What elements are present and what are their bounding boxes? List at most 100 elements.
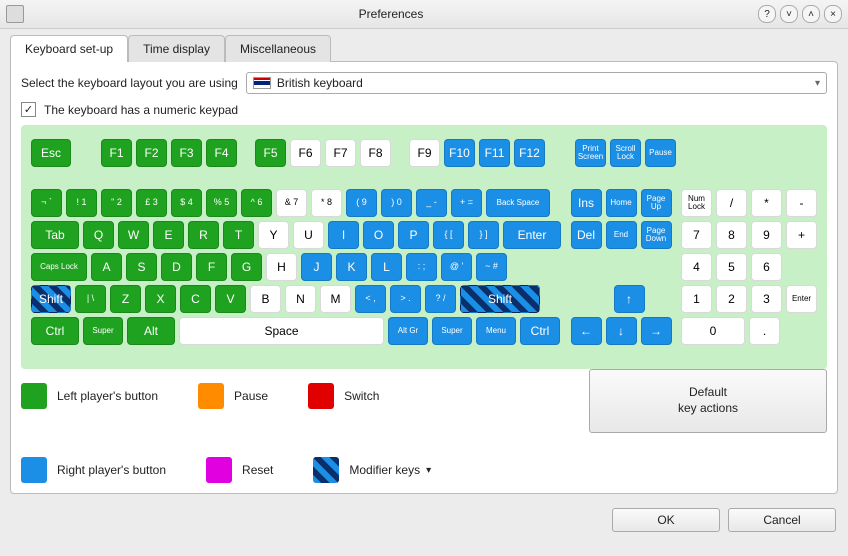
help-button[interactable]: ? bbox=[758, 5, 776, 23]
key-numlock[interactable]: Num Lock bbox=[681, 189, 712, 217]
key-n[interactable]: N bbox=[285, 285, 316, 313]
key-f10[interactable]: F10 bbox=[444, 139, 475, 167]
numpad-checkbox[interactable]: ✓ bbox=[21, 102, 36, 117]
key-num-4[interactable]: 4 bbox=[681, 253, 712, 281]
key-minus[interactable]: _ - bbox=[416, 189, 447, 217]
key-u[interactable]: U bbox=[293, 221, 324, 249]
key-arrow-up[interactable]: ↑ bbox=[614, 285, 645, 313]
key-altgr[interactable]: Alt Gr bbox=[388, 317, 428, 345]
tab-time-display[interactable]: Time display bbox=[128, 35, 225, 62]
key-f5[interactable]: F5 bbox=[255, 139, 286, 167]
key-lsuper[interactable]: Super bbox=[83, 317, 123, 345]
key-f9[interactable]: F9 bbox=[409, 139, 440, 167]
key-apostrophe[interactable]: @ ' bbox=[441, 253, 472, 281]
key-num-6[interactable]: 6 bbox=[751, 253, 782, 281]
key-arrow-right[interactable]: → bbox=[641, 317, 672, 345]
key-num-5[interactable]: 5 bbox=[716, 253, 747, 281]
key-0[interactable]: ) 0 bbox=[381, 189, 412, 217]
key-num-2[interactable]: 2 bbox=[716, 285, 747, 313]
key-g[interactable]: G bbox=[231, 253, 262, 281]
key-1[interactable]: ! 1 bbox=[66, 189, 97, 217]
key-f2[interactable]: F2 bbox=[136, 139, 167, 167]
key-i[interactable]: I bbox=[328, 221, 359, 249]
key-semicolon[interactable]: : ; bbox=[406, 253, 437, 281]
key-e[interactable]: E bbox=[153, 221, 184, 249]
key-rctrl[interactable]: Ctrl bbox=[520, 317, 560, 345]
key-z[interactable]: Z bbox=[110, 285, 141, 313]
key-t[interactable]: T bbox=[223, 221, 254, 249]
key-pageup[interactable]: Page Up bbox=[641, 189, 672, 217]
key-f7[interactable]: F7 bbox=[325, 139, 356, 167]
key-delete[interactable]: Del bbox=[571, 221, 602, 249]
key-space[interactable]: Space bbox=[179, 317, 384, 345]
key-period[interactable]: > . bbox=[390, 285, 421, 313]
key-pagedown[interactable]: Page Down bbox=[641, 221, 672, 249]
key-4[interactable]: $ 4 bbox=[171, 189, 202, 217]
key-num-8[interactable]: 8 bbox=[716, 221, 747, 249]
key-lbracket[interactable]: { [ bbox=[433, 221, 464, 249]
key-x[interactable]: X bbox=[145, 285, 176, 313]
default-key-actions-button[interactable]: Default key actions bbox=[589, 369, 827, 433]
key-d[interactable]: D bbox=[161, 253, 192, 281]
key-5[interactable]: % 5 bbox=[206, 189, 237, 217]
key-f8[interactable]: F8 bbox=[360, 139, 391, 167]
key-rbracket[interactable]: } ] bbox=[468, 221, 499, 249]
layout-select[interactable]: British keyboard ▾ bbox=[246, 72, 827, 94]
close-button[interactable]: × bbox=[824, 5, 842, 23]
key-p[interactable]: P bbox=[398, 221, 429, 249]
ok-button[interactable]: OK bbox=[612, 508, 720, 532]
key-rsuper[interactable]: Super bbox=[432, 317, 472, 345]
key-equals[interactable]: + = bbox=[451, 189, 482, 217]
key-f[interactable]: F bbox=[196, 253, 227, 281]
key-end[interactable]: End bbox=[606, 221, 637, 249]
key-s[interactable]: S bbox=[126, 253, 157, 281]
key-3[interactable]: £ 3 bbox=[136, 189, 167, 217]
key-num-star[interactable]: * bbox=[751, 189, 782, 217]
key-o[interactable]: O bbox=[363, 221, 394, 249]
key-k[interactable]: K bbox=[336, 253, 367, 281]
key-num-0[interactable]: 0 bbox=[681, 317, 745, 345]
key-2[interactable]: " 2 bbox=[101, 189, 132, 217]
key-f3[interactable]: F3 bbox=[171, 139, 202, 167]
key-hash[interactable]: ~ # bbox=[476, 253, 507, 281]
key-f12[interactable]: F12 bbox=[514, 139, 545, 167]
key-num-slash[interactable]: / bbox=[716, 189, 747, 217]
key-lshift[interactable]: Shift bbox=[31, 285, 71, 313]
key-home[interactable]: Home bbox=[606, 189, 637, 217]
key-lctrl[interactable]: Ctrl bbox=[31, 317, 79, 345]
key-backspace[interactable]: Back Space bbox=[486, 189, 550, 217]
maximize-button[interactable]: ˄ bbox=[802, 5, 820, 23]
key-7[interactable]: & 7 bbox=[276, 189, 307, 217]
key-num-7[interactable]: 7 bbox=[681, 221, 712, 249]
key-menu[interactable]: Menu bbox=[476, 317, 516, 345]
key-9[interactable]: ( 9 bbox=[346, 189, 377, 217]
key-arrow-down[interactable]: ↓ bbox=[606, 317, 637, 345]
key-insert[interactable]: Ins bbox=[571, 189, 602, 217]
key-q[interactable]: Q bbox=[83, 221, 114, 249]
key-lalt[interactable]: Alt bbox=[127, 317, 175, 345]
key-backslash[interactable]: | \ bbox=[75, 285, 106, 313]
key-arrow-left[interactable]: ← bbox=[571, 317, 602, 345]
key-num-1[interactable]: 1 bbox=[681, 285, 712, 313]
key-num-9[interactable]: 9 bbox=[751, 221, 782, 249]
tab-keyboard-setup[interactable]: Keyboard set-up bbox=[10, 35, 128, 62]
key-num-dot[interactable]: . bbox=[749, 317, 780, 345]
key-scrolllock[interactable]: Scroll Lock bbox=[610, 139, 641, 167]
key-num-plus[interactable]: + bbox=[786, 221, 817, 249]
key-rshift[interactable]: Shift bbox=[460, 285, 540, 313]
key-comma[interactable]: < , bbox=[355, 285, 386, 313]
key-8[interactable]: * 8 bbox=[311, 189, 342, 217]
minimize-button[interactable]: ˅ bbox=[780, 5, 798, 23]
key-num-minus[interactable]: - bbox=[786, 189, 817, 217]
key-a[interactable]: A bbox=[91, 253, 122, 281]
tab-miscellaneous[interactable]: Miscellaneous bbox=[225, 35, 331, 62]
key-enter[interactable]: Enter bbox=[503, 221, 561, 249]
key-f6[interactable]: F6 bbox=[290, 139, 321, 167]
key-f4[interactable]: F4 bbox=[206, 139, 237, 167]
key-num-3[interactable]: 3 bbox=[751, 285, 782, 313]
key-m[interactable]: M bbox=[320, 285, 351, 313]
key-slash[interactable]: ? / bbox=[425, 285, 456, 313]
key-r[interactable]: R bbox=[188, 221, 219, 249]
key-backtick[interactable]: ¬ ` bbox=[31, 189, 62, 217]
key-b[interactable]: B bbox=[250, 285, 281, 313]
